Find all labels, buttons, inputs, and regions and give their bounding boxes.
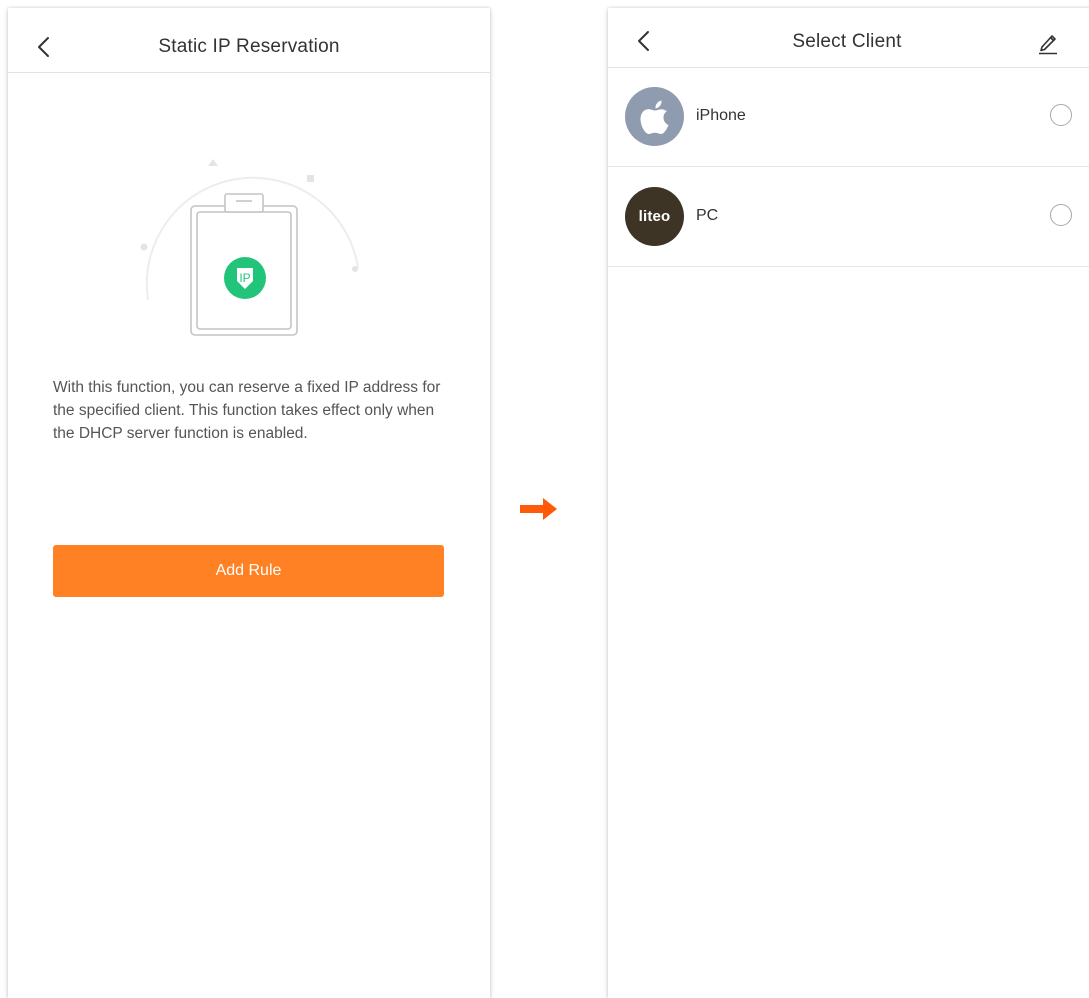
select-client-screen: Select Client iPhone liteo PC	[608, 8, 1089, 998]
nav-bar: Static IP Reservation	[8, 8, 490, 73]
right-arrow-icon	[520, 498, 557, 520]
avatar	[625, 87, 684, 146]
pencil-icon[interactable]	[1036, 29, 1060, 55]
function-description: With this function, you can reserve a fi…	[53, 379, 441, 442]
select-radio[interactable]	[1050, 204, 1072, 226]
client-list-item[interactable]: liteo PC	[608, 167, 1089, 267]
client-list-item[interactable]: iPhone	[608, 67, 1089, 167]
avatar: liteo	[625, 187, 684, 246]
client-name: iPhone	[696, 107, 746, 124]
select-radio[interactable]	[1050, 104, 1072, 126]
client-name: PC	[696, 207, 719, 224]
nav-bar: Select Client	[608, 8, 1089, 68]
ip-badge-illustration-icon: IP	[140, 159, 359, 336]
page-title: Select Client	[792, 31, 902, 52]
ip-badge-label: IP	[239, 271, 250, 285]
page-title: Static IP Reservation	[158, 36, 340, 57]
static-ip-reservation-screen: Static IP Reservation IP With this funct…	[8, 8, 490, 998]
add-rule-button[interactable]: Add Rule	[53, 545, 444, 597]
apple-icon	[640, 100, 668, 134]
